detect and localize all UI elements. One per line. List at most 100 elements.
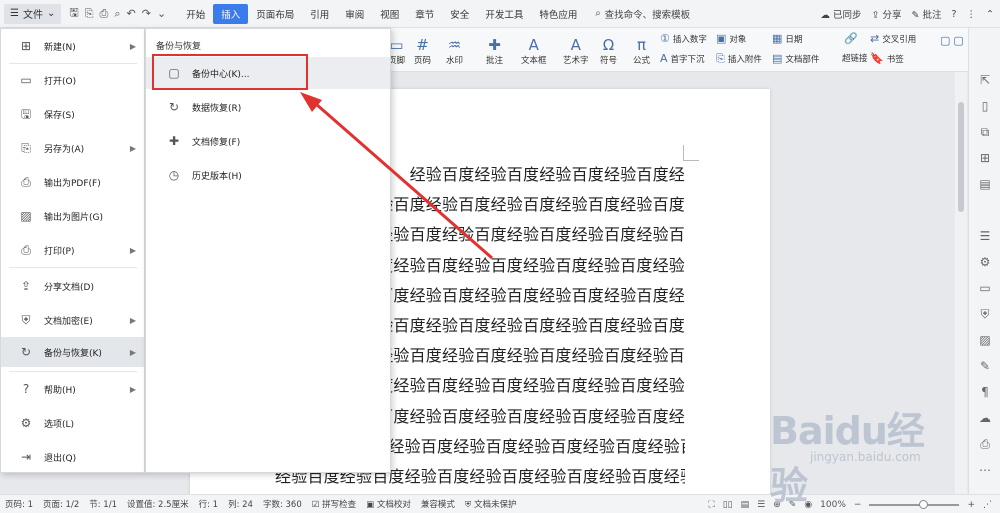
share-button[interactable]: ⇪ 分享 bbox=[871, 7, 901, 21]
print-preview-icon[interactable]: ⌕ bbox=[114, 7, 120, 21]
comment-button[interactable]: ✎ 批注 bbox=[911, 7, 941, 21]
tab-insert[interactable]: 插入 bbox=[213, 3, 249, 24]
panel-adjust-icon[interactable]: ⚙ bbox=[977, 254, 993, 270]
panel-select-icon[interactable]: ⇱ bbox=[977, 72, 993, 88]
vertical-scrollbar[interactable] bbox=[955, 72, 967, 494]
panel-chart-icon[interactable]: ▤ bbox=[977, 176, 993, 192]
tab-security[interactable]: 安全 bbox=[442, 4, 477, 24]
submenu-item-data-recovery[interactable]: ↻ 数据恢复(R) bbox=[146, 91, 390, 123]
menu-item-open[interactable]: ▭ 打开(O) bbox=[1, 65, 144, 95]
command-search[interactable]: ⌕ 查找命令、搜索模板 bbox=[595, 7, 690, 21]
menu-item-label: 帮助(H) bbox=[44, 385, 76, 396]
menu-item-share[interactable]: ⇪ 分享文档(D) bbox=[1, 271, 144, 301]
menu-item-label: 输出为图片(G) bbox=[44, 212, 103, 223]
status-doc-protect[interactable]: ⛨ 文档未保护 bbox=[460, 498, 522, 510]
panel-shape-icon[interactable]: ▯ bbox=[977, 98, 993, 114]
tab-references[interactable]: 引用 bbox=[302, 4, 337, 24]
status-spell-check[interactable]: ☑ 拼写检查 bbox=[307, 498, 361, 510]
menu-item-encrypt[interactable]: ⛨ 文档加密(E) ▶ bbox=[1, 305, 144, 335]
panel-layout-icon[interactable]: ⊞ bbox=[977, 150, 993, 166]
scrollbar-thumb[interactable] bbox=[958, 102, 964, 212]
menu-item-options[interactable]: ⚙ 选项(L) bbox=[1, 408, 144, 438]
sync-status[interactable]: ☁ 已同步 bbox=[820, 7, 861, 21]
more-icon[interactable]: ⌄ bbox=[157, 7, 166, 20]
tab-home[interactable]: 开始 bbox=[178, 4, 213, 24]
ribbon-textbox-button[interactable]: A 文本框 bbox=[521, 28, 547, 72]
menu-item-print[interactable]: ⎙ 打印(P) ▶ bbox=[1, 235, 144, 265]
panel-shield-icon[interactable]: ⛨ bbox=[977, 306, 993, 322]
collapse-ribbon-icon[interactable]: ⌃ bbox=[986, 9, 994, 20]
status-page[interactable]: 页面: 1/2 bbox=[38, 498, 84, 510]
tab-review[interactable]: 审阅 bbox=[337, 4, 372, 24]
panel-style-icon[interactable]: ☰ bbox=[977, 228, 993, 244]
help-icon[interactable]: ? bbox=[951, 9, 956, 20]
resize-grip-icon[interactable]: ⋰ bbox=[983, 500, 992, 510]
menu-item-export-pdf[interactable]: ⎙ 输出为PDF(F) bbox=[1, 167, 144, 197]
layout-b-icon: ▢ bbox=[953, 34, 964, 47]
file-menu-button[interactable]: ☰ 文件 ⌄ bbox=[4, 3, 62, 24]
panel-print-icon[interactable]: ⎙ bbox=[977, 436, 993, 452]
menu-item-exit[interactable]: ⇥ 退出(Q) bbox=[1, 442, 144, 472]
tab-developer[interactable]: 开发工具 bbox=[477, 4, 531, 24]
doc-parts-label: 文档部件 bbox=[785, 54, 820, 65]
tab-view[interactable]: 视图 bbox=[372, 4, 407, 24]
menu-item-label: 退出(Q) bbox=[44, 453, 77, 464]
panel-text-icon[interactable]: ¶ bbox=[977, 384, 993, 400]
zoom-in-icon[interactable]: + bbox=[967, 500, 975, 510]
menu-item-backup[interactable]: ↻ 备份与恢复(K) ▶ bbox=[1, 337, 144, 367]
status-word-count[interactable]: 字数: 360 bbox=[258, 498, 307, 510]
watermark-icon: ♒ bbox=[447, 36, 462, 54]
menu-item-save-as[interactable]: ⎘ 另存为(A) ▶ bbox=[1, 133, 144, 163]
panel-cloud-icon[interactable]: ☁ bbox=[977, 410, 993, 426]
ribbon-page-number-button[interactable]: # 页码 bbox=[414, 28, 431, 72]
ribbon-cross-ref[interactable]: ⇄ 交叉引用 bbox=[870, 32, 916, 45]
print-icon[interactable]: ⎙ bbox=[100, 7, 109, 21]
ribbon-insert-number[interactable]: ① 插入数字 bbox=[660, 32, 707, 45]
submenu-item-history[interactable]: ◷ 历史版本(H) bbox=[146, 159, 390, 191]
save-as-icon: ⎘ bbox=[21, 141, 31, 155]
ribbon-formula-button[interactable]: π 公式 bbox=[633, 28, 650, 72]
panel-edit-icon[interactable]: ✎ bbox=[977, 358, 993, 374]
ribbon-hyperlink[interactable]: 🔗 bbox=[844, 32, 858, 45]
date-icon: ▦ bbox=[772, 32, 783, 45]
submenu-item-label: 数据恢复(R) bbox=[192, 103, 242, 114]
panel-copy-icon[interactable]: ⧉ bbox=[977, 124, 993, 140]
ribbon-doc-parts[interactable]: ▤ 文档部件 bbox=[772, 52, 819, 65]
menu-item-help[interactable]: ? 帮助(H) ▶ bbox=[1, 374, 144, 404]
menu-item-export-image[interactable]: ▨ 输出为图片(G) bbox=[1, 201, 144, 231]
ribbon-object[interactable]: ▣ 对象 bbox=[716, 32, 746, 45]
ribbon-comment-button[interactable]: ✚ 批注 bbox=[486, 28, 503, 72]
ribbon-drop-cap[interactable]: A 首字下沉 bbox=[660, 52, 705, 65]
backup-submenu: 备份与恢复 ▢ 备份中心(K)... ↻ 数据恢复(R) ✚ 文档修复(F) ◷… bbox=[145, 28, 391, 473]
undo-icon[interactable]: ↶ bbox=[127, 7, 136, 20]
menu-divider bbox=[9, 63, 137, 64]
ribbon-bookmark[interactable]: 🔖 书签 bbox=[870, 52, 904, 65]
panel-image-icon[interactable]: ▨ bbox=[977, 332, 993, 348]
tab-section[interactable]: 章节 bbox=[407, 4, 442, 24]
save-icon[interactable]: 🖫 bbox=[69, 4, 78, 23]
outline-view-icon[interactable]: ☰ bbox=[757, 500, 765, 510]
status-doc-proof[interactable]: ▣ 文档校对 bbox=[361, 498, 416, 510]
read-mode-icon[interactable]: ▯▯ bbox=[723, 500, 733, 510]
menu-item-save[interactable]: 🖫 保存(S) bbox=[1, 99, 144, 129]
sync-label: 已同步 bbox=[832, 10, 862, 21]
panel-format-icon[interactable]: ▭ bbox=[977, 280, 993, 296]
fullscreen-icon[interactable]: ⛶ bbox=[708, 500, 714, 510]
page-view-icon[interactable]: ▤ bbox=[741, 500, 750, 510]
menu-item-new[interactable]: ⊞ 新建(N) ▶ bbox=[1, 31, 144, 61]
ribbon-watermark-button[interactable]: ♒ 水印 bbox=[446, 28, 463, 72]
ribbon-date[interactable]: ▦ 日期 bbox=[772, 32, 802, 45]
submenu-item-doc-repair[interactable]: ✚ 文档修复(F) bbox=[146, 125, 390, 157]
ribbon-symbol-button[interactable]: Ω 符号 bbox=[600, 28, 617, 72]
menu-divider bbox=[9, 371, 137, 372]
tab-page-layout[interactable]: 页面布局 bbox=[248, 4, 302, 24]
ribbon-insert-attachment[interactable]: ⎘ 插入附件 bbox=[716, 52, 762, 66]
more-options-icon[interactable]: ⋮ bbox=[967, 9, 977, 20]
tab-special[interactable]: 特色应用 bbox=[531, 4, 585, 24]
panel-more-icon[interactable]: ⋯ bbox=[977, 462, 993, 478]
ribbon-hyperlink-label-wrap[interactable]: 超链接 bbox=[842, 52, 868, 64]
ribbon-view-buttons[interactable]: ▢ ▢ bbox=[940, 34, 964, 47]
format-painter-icon[interactable]: ⎘ bbox=[85, 7, 94, 21]
redo-icon[interactable]: ↷ bbox=[142, 7, 151, 20]
ribbon-wordart-button[interactable]: A 艺术字 bbox=[563, 28, 589, 72]
